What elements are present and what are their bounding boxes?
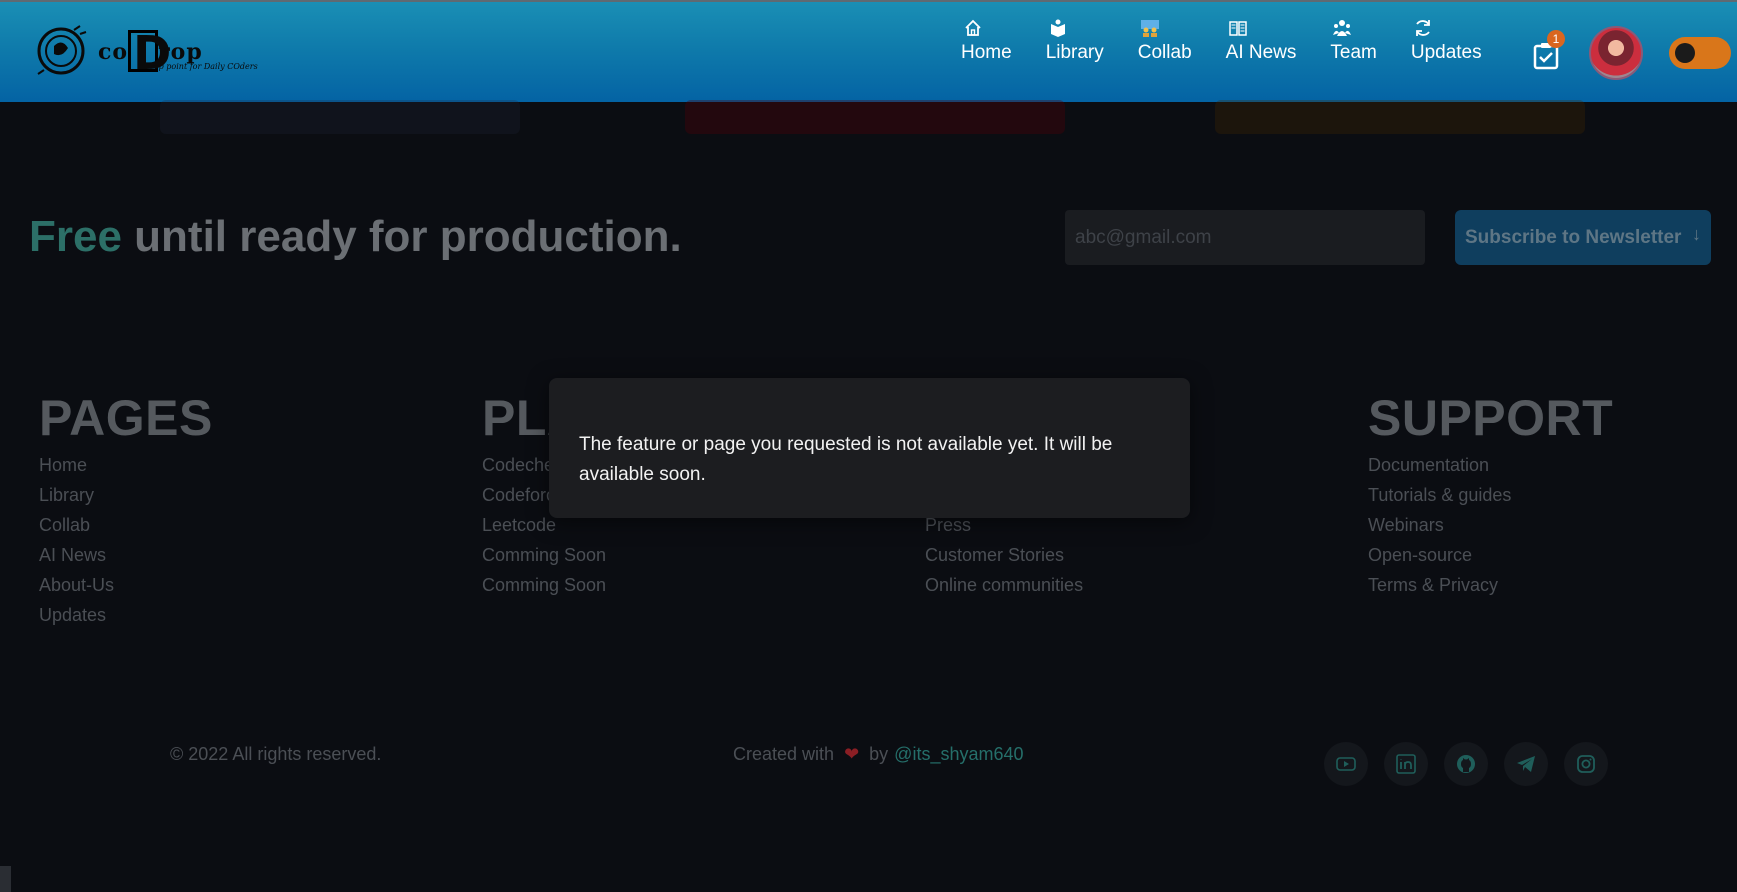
footer-col-title: PAGES [39, 390, 213, 446]
main-nav: Home Library Collab AI News Team Updates [950, 18, 1516, 88]
footer-link[interactable]: AI News [39, 540, 213, 570]
nav-item-team[interactable]: Team [1330, 18, 1377, 88]
footer-link[interactable]: Collab [39, 510, 213, 540]
github-link[interactable] [1444, 742, 1488, 786]
instagram-link[interactable] [1564, 742, 1608, 786]
footer-link[interactable]: Online communities [925, 570, 1083, 600]
nav-label: AI News [1225, 42, 1297, 63]
heart-icon: ❤ [844, 744, 860, 764]
brand-logo[interactable]: co Drop rop point for Daily COders [30, 20, 260, 84]
nav-label: Library [1045, 42, 1104, 63]
unavailable-modal: The feature or page you requested is not… [549, 378, 1190, 518]
book-icon [1050, 19, 1065, 37]
telegram-link[interactable] [1504, 742, 1548, 786]
footer-link[interactable]: Comming Soon [482, 570, 606, 600]
footer-link[interactable]: Tutorials & guides [1368, 480, 1613, 510]
footer-link[interactable]: Customer Stories [925, 540, 1083, 570]
footer-link[interactable]: Home [39, 450, 213, 480]
nav-label: Home [961, 42, 1012, 63]
navbar: co Drop rop point for Daily COders Home L… [0, 0, 1737, 102]
instagram-icon [1577, 755, 1595, 773]
hero-free: Free [29, 212, 122, 261]
card-glow [160, 100, 520, 134]
hero-title: Free until ready for production. [29, 212, 682, 262]
refresh-icon [1415, 20, 1430, 36]
github-icon [1457, 755, 1475, 773]
nav-label: Collab [1137, 42, 1192, 63]
author-handle-link[interactable]: @its_shyam640 [894, 744, 1023, 765]
youtube-link[interactable] [1324, 742, 1368, 786]
nav-item-collab[interactable]: Collab [1138, 18, 1192, 88]
collab-icon [1140, 20, 1159, 37]
nav-item-updates[interactable]: Updates [1411, 18, 1482, 88]
youtube-icon [1336, 757, 1356, 771]
copyright: © 2022 All rights reserved. [170, 744, 382, 764]
created-with-text: Created with [733, 744, 835, 764]
home-icon [965, 19, 981, 36]
nav-label: Team [1330, 42, 1377, 63]
nav-item-home[interactable]: Home [961, 18, 1012, 88]
footer-link[interactable]: About-Us [39, 570, 213, 600]
created-with: Created with ❤ by @its_shyam640 [733, 744, 1024, 765]
modal-message: The feature or page you requested is not… [579, 434, 1113, 485]
toggle-knob [1675, 43, 1695, 63]
linkedin-link[interactable] [1384, 742, 1428, 786]
footer-link[interactable]: Open-source [1368, 540, 1613, 570]
footer-link[interactable]: Terms & Privacy [1368, 570, 1613, 600]
subscribe-label: Subscribe to Newsletter [1465, 226, 1682, 248]
nav-item-library[interactable]: Library [1046, 18, 1104, 88]
card-glow [685, 100, 1065, 134]
footer-link[interactable]: Documentation [1368, 450, 1613, 480]
arrow-down-icon: ↓ [1692, 224, 1701, 244]
by-text: by [869, 744, 889, 764]
card-glow [1215, 100, 1585, 134]
social-links [1324, 742, 1624, 786]
subscribe-button[interactable]: Subscribe to Newsletter ↓ [1455, 210, 1711, 265]
news-icon [1228, 21, 1247, 36]
logo-mark-icon [37, 25, 87, 75]
linkedin-icon [1396, 754, 1416, 774]
hero-rest: until ready for production. [121, 212, 682, 261]
footer-col-pages: PAGES Home Library Collab AI News About-… [39, 390, 213, 630]
resize-handle[interactable] [0, 866, 11, 892]
footer-link[interactable]: Webinars [1368, 510, 1613, 540]
nav-label: Updates [1410, 42, 1482, 63]
footer-link[interactable]: Updates [39, 600, 213, 630]
brand-tagline: rop point for Daily COders [150, 62, 258, 71]
telegram-icon [1517, 756, 1535, 772]
email-input[interactable] [1065, 210, 1425, 265]
footer-link[interactable]: Library [39, 480, 213, 510]
footer-col-title: SUPPORT [1368, 390, 1614, 446]
notification-badge: 1 [1547, 30, 1565, 48]
nav-item-ai-news[interactable]: AI News [1225, 18, 1297, 88]
theme-toggle[interactable] [1669, 37, 1731, 69]
user-avatar[interactable] [1589, 26, 1643, 80]
footer-link[interactable]: Comming Soon [482, 540, 606, 570]
team-icon [1333, 20, 1352, 36]
footer-col-support: SUPPORT Documentation Tutorials & guides… [1368, 390, 1613, 600]
